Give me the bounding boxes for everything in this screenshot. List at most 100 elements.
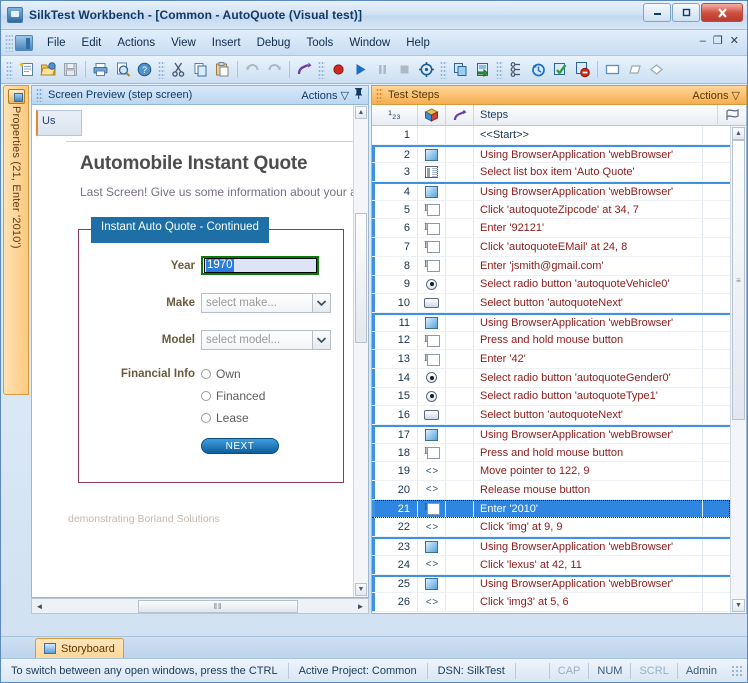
preview-vscroll-thumb[interactable]	[355, 213, 367, 343]
browser-tab-us[interactable]: Us	[36, 110, 82, 136]
mdi-restore-button[interactable]: ❐	[713, 34, 723, 48]
locate-icon[interactable]	[416, 59, 437, 80]
table-row[interactable]: 9Select radio button 'autoquoteVehicle0'	[372, 276, 730, 295]
menu-item-actions[interactable]: Actions	[109, 34, 163, 52]
validate-icon[interactable]	[550, 59, 571, 80]
table-row[interactable]: 10Select button 'autoquoteNext'	[372, 294, 730, 313]
table-row[interactable]: 3Select list box item 'Auto Quote'	[372, 163, 730, 182]
pause-icon[interactable]	[372, 59, 393, 80]
toolbar-grip-4[interactable]	[440, 61, 447, 79]
model-select[interactable]: select model...	[201, 330, 331, 350]
cut-icon[interactable]	[168, 59, 189, 80]
column-header-object[interactable]	[418, 105, 446, 126]
para-icon[interactable]	[624, 59, 645, 80]
table-row[interactable]: 17Using BrowserApplication 'webBrowser'	[372, 425, 730, 444]
tab-storyboard[interactable]: Storyboard	[35, 638, 124, 658]
table-row[interactable]: 11Using BrowserApplication 'webBrowser'	[372, 313, 730, 332]
menu-item-tools[interactable]: Tools	[298, 34, 341, 52]
table-row[interactable]: 23Using BrowserApplication 'webBrowser'	[372, 537, 730, 556]
table-row[interactable]: 2Using BrowserApplication 'webBrowser'	[372, 145, 730, 164]
table-row[interactable]: 20< >Release mouse button	[372, 481, 730, 500]
mdi-close-button[interactable]: ✕	[730, 34, 739, 48]
menu-item-view[interactable]: View	[163, 34, 204, 52]
error-icon[interactable]	[572, 59, 593, 80]
column-header-number[interactable]: ¹₂₃	[372, 105, 418, 126]
scroll-down-icon[interactable]: ▼	[732, 599, 745, 612]
preview-actions-button[interactable]: Actions ▽	[301, 89, 349, 102]
preview-vertical-scrollbar[interactable]: ▲ ▼	[353, 105, 368, 597]
open-icon[interactable]	[38, 59, 59, 80]
insert-step-icon[interactable]	[472, 59, 493, 80]
test-steps-actions-button[interactable]: Actions ▽	[692, 89, 740, 102]
print-preview-icon[interactable]	[112, 59, 133, 80]
menu-item-window[interactable]: Window	[341, 34, 398, 52]
chevron-down-icon[interactable]	[312, 330, 331, 350]
radio-own[interactable]	[201, 369, 211, 379]
make-select[interactable]: select make...	[201, 293, 331, 313]
table-row[interactable]: 8Enter 'jsmith@gmail.com'	[372, 257, 730, 276]
pin-icon[interactable]	[354, 88, 363, 102]
print-icon[interactable]	[90, 59, 111, 80]
redo-icon[interactable]	[264, 59, 285, 80]
table-row[interactable]: 1<<Start>>	[372, 126, 730, 145]
paste-icon[interactable]	[212, 59, 233, 80]
test-steps-vertical-scrollbar[interactable]: ▲ ≡ ▼	[730, 126, 746, 613]
toolbar-grip-2[interactable]	[158, 61, 165, 79]
scroll-left-icon[interactable]: ◄	[32, 599, 47, 613]
scroll-up-icon[interactable]: ▲	[355, 106, 367, 119]
new-icon[interactable]	[16, 59, 37, 80]
table-row[interactable]: 7Click 'autoquoteEMail' at 24, 8	[372, 238, 730, 257]
toolbar-grip-1[interactable]	[6, 61, 13, 79]
record-icon[interactable]	[328, 59, 349, 80]
radio-financed[interactable]	[201, 391, 211, 401]
menu-grip-handle[interactable]	[5, 34, 13, 52]
scroll-right-icon[interactable]: ►	[353, 599, 368, 613]
toolbar-grip-5[interactable]	[496, 61, 503, 79]
copy-screen-icon[interactable]	[450, 59, 471, 80]
preview-hscroll-thumb[interactable]: ‖‖	[138, 600, 298, 613]
preview-horizontal-scrollbar[interactable]: ◄ ‖‖ ►	[31, 598, 369, 614]
undo-icon[interactable]	[242, 59, 263, 80]
table-row[interactable]: 22< >Click 'img' at 9, 9	[372, 518, 730, 537]
play-icon[interactable]	[350, 59, 371, 80]
menu-item-debug[interactable]: Debug	[249, 34, 299, 52]
resize-grip-icon[interactable]	[731, 665, 743, 677]
table-row[interactable]: 21Enter '2010'	[372, 500, 730, 519]
menu-item-insert[interactable]: Insert	[204, 34, 249, 52]
table-row[interactable]: 24< >Click 'lexus' at 42, 11	[372, 556, 730, 575]
chevron-down-icon[interactable]	[312, 293, 331, 313]
table-row[interactable]: 6Enter '92121'	[372, 219, 730, 238]
table-row[interactable]: 16Select button 'autoquoteNext'	[372, 406, 730, 425]
copy-icon[interactable]	[190, 59, 211, 80]
table-row[interactable]: 25Using BrowserApplication 'webBrowser'	[372, 575, 730, 594]
diamond-icon[interactable]	[646, 59, 667, 80]
table-row[interactable]: 13Enter '42'	[372, 350, 730, 369]
toolbar-grip-3[interactable]	[318, 61, 325, 79]
table-row[interactable]: 18Press and hold mouse button	[372, 444, 730, 463]
maximize-button[interactable]	[672, 3, 700, 22]
test-steps-vscroll-thumb[interactable]: ≡	[732, 140, 745, 420]
column-header-flag[interactable]	[718, 105, 746, 126]
close-button[interactable]	[701, 3, 743, 22]
hierarchy-icon[interactable]	[506, 59, 527, 80]
test-steps-row-list[interactable]: 1<<Start>>2Using BrowserApplication 'web…	[372, 126, 730, 613]
menu-item-edit[interactable]: Edit	[74, 34, 110, 52]
year-input[interactable]: 1970	[204, 258, 317, 273]
radio-lease[interactable]	[201, 413, 211, 423]
history-icon[interactable]	[528, 59, 549, 80]
column-header-action[interactable]	[446, 105, 474, 126]
properties-panel-tab[interactable]: Properties (21, Enter '2010')	[3, 85, 29, 395]
table-row[interactable]: 26< >Click 'img3' at 5, 6	[372, 593, 730, 612]
mdi-minimize-button[interactable]: –	[700, 34, 706, 48]
table-row[interactable]: 5Click 'autoquoteZipcode' at 34, 7	[372, 201, 730, 220]
table-row[interactable]: 4Using BrowserApplication 'webBrowser'	[372, 182, 730, 201]
table-row[interactable]: 15Select radio button 'autoquoteType1'	[372, 388, 730, 407]
next-button[interactable]: NEXT	[201, 438, 279, 454]
save-icon[interactable]	[60, 59, 81, 80]
scroll-down-icon[interactable]: ▼	[355, 583, 367, 596]
menu-item-file[interactable]: File	[39, 34, 74, 52]
scroll-up-icon[interactable]: ▲	[732, 127, 745, 140]
minimize-button[interactable]	[643, 3, 671, 22]
stop-icon[interactable]	[394, 59, 415, 80]
panel-grip-handle[interactable]	[36, 88, 43, 102]
